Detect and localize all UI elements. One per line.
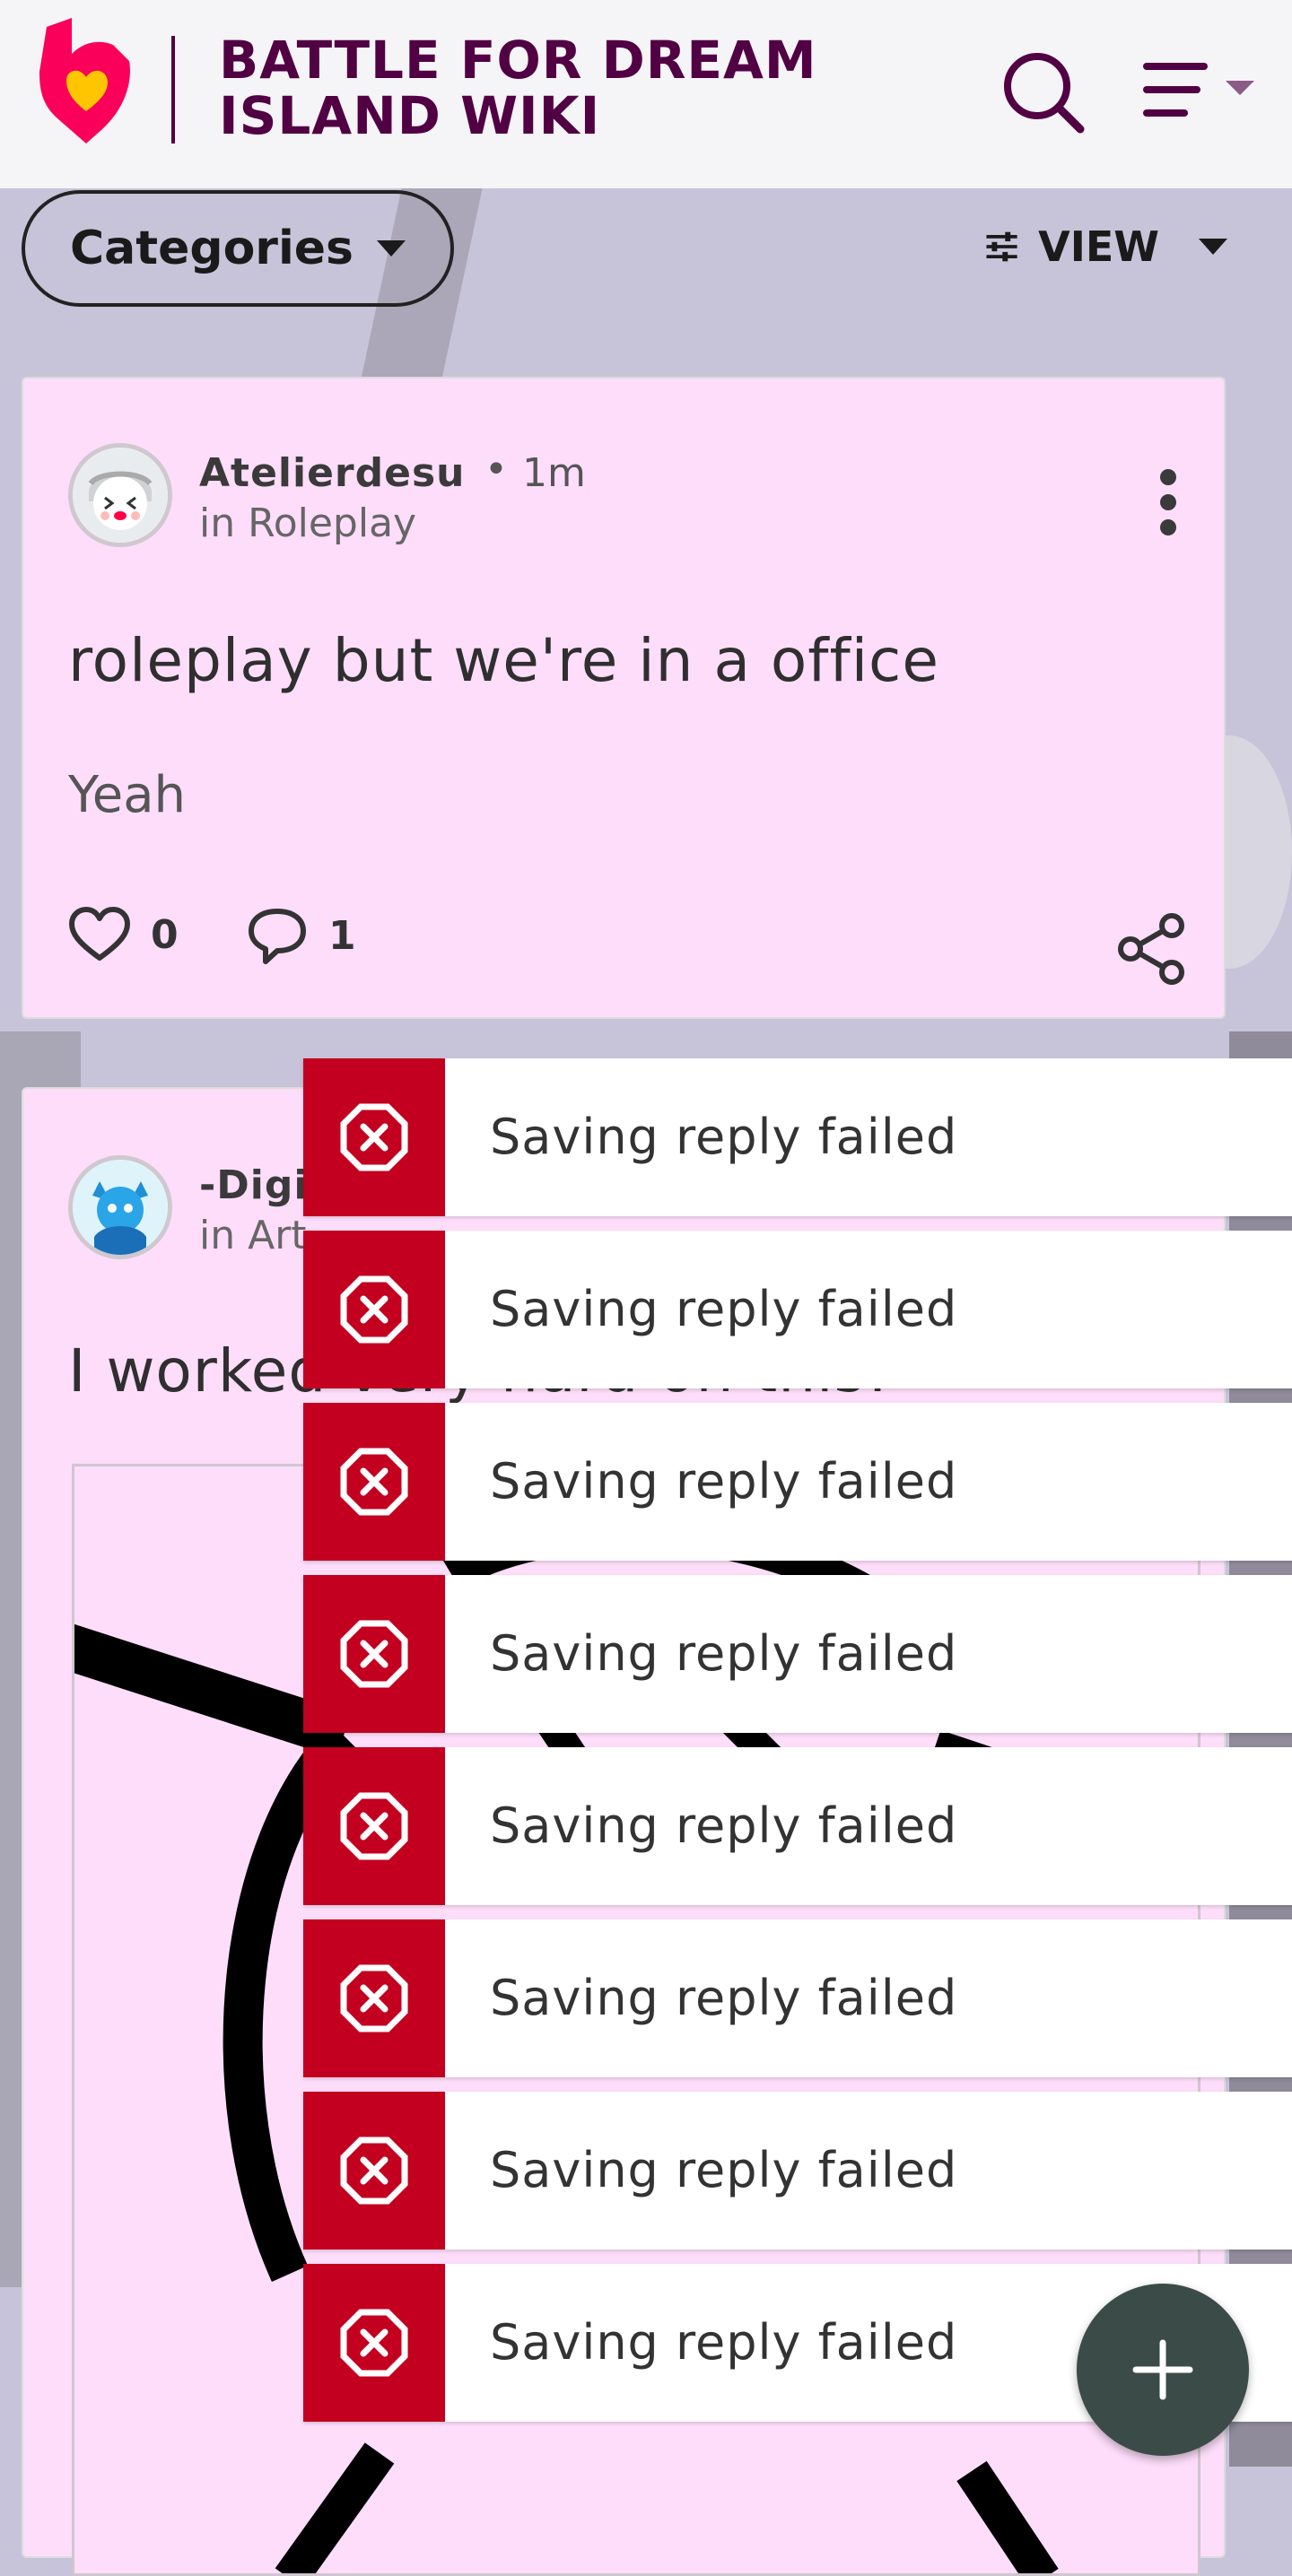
post-body: Yeah	[68, 766, 187, 824]
reply-count: 1	[328, 912, 356, 959]
post-card[interactable]: Atelierdesu • 1m in Roleplay roleplay bu…	[22, 377, 1226, 1019]
logo-divider	[171, 36, 175, 144]
like-button[interactable]: 0	[68, 906, 179, 963]
error-toast[interactable]: Saving reply failed	[303, 1058, 1292, 1216]
error-toast[interactable]: Saving reply failed	[303, 1747, 1292, 1905]
like-count: 0	[151, 911, 179, 958]
wiki-title-line2: ISLAND WIKI	[219, 85, 601, 146]
share-icon[interactable]	[1114, 911, 1190, 987]
toast-message: Saving reply failed	[490, 1453, 958, 1510]
toast-message: Saving reply failed	[490, 1625, 958, 1682]
chevron-down-icon	[1199, 239, 1227, 255]
hamburger-menu-icon[interactable]	[1139, 54, 1265, 135]
plus-icon	[1132, 2339, 1193, 2400]
create-post-button[interactable]	[1077, 2284, 1249, 2456]
post-author[interactable]: Atelierdesu	[199, 450, 465, 496]
error-toast[interactable]: Saving reply failed	[303, 1231, 1292, 1388]
wiki-title[interactable]: BATTLE FOR DREAM ISLAND WIKI	[219, 32, 847, 144]
error-toast[interactable]: Saving reply failed	[303, 1575, 1292, 1733]
fandom-heart-logo-icon[interactable]	[39, 18, 133, 144]
categories-label: Categories	[69, 222, 354, 275]
post-category[interactable]: in Art	[199, 1213, 307, 1258]
error-icon	[303, 2264, 445, 2422]
reply-button[interactable]: 1	[246, 906, 356, 965]
view-dropdown-button[interactable]: VIEW	[985, 215, 1227, 278]
error-icon	[303, 1919, 445, 2077]
post-author[interactable]: -Digi	[199, 1162, 308, 1208]
toast-message: Saving reply failed	[490, 1109, 958, 1165]
error-icon	[303, 2092, 445, 2250]
toast-message: Saving reply failed	[490, 1970, 958, 2026]
comment-icon	[249, 909, 306, 964]
toast-message: Saving reply failed	[490, 1797, 958, 1854]
toast-message: Saving reply failed	[490, 2142, 958, 2198]
wiki-title-line1: BATTLE FOR DREAM	[219, 30, 817, 91]
error-toast[interactable]: Saving reply failed	[303, 2092, 1292, 2250]
avatar[interactable]	[68, 1155, 172, 1259]
post-title[interactable]: roleplay but we're in a office	[68, 626, 939, 695]
error-icon	[303, 1231, 445, 1388]
site-header: BATTLE FOR DREAM ISLAND WIKI	[0, 0, 1292, 188]
error-toast[interactable]: Saving reply failed	[303, 1403, 1292, 1561]
post-category[interactable]: in Roleplay	[199, 500, 416, 546]
categories-dropdown-button[interactable]: Categories	[22, 190, 454, 307]
error-icon	[303, 1403, 445, 1561]
heart-icon	[69, 907, 130, 961]
avatar[interactable]	[68, 443, 172, 547]
view-label: VIEW	[1038, 222, 1159, 271]
error-icon	[303, 1575, 445, 1733]
separator-dot: •	[484, 447, 508, 492]
error-icon	[303, 1058, 445, 1216]
toast-message: Saving reply failed	[490, 1281, 958, 1337]
chevron-down-icon	[377, 240, 406, 257]
toast-message: Saving reply failed	[490, 2314, 958, 2371]
sliders-icon	[986, 231, 1017, 262]
error-icon	[303, 1747, 445, 1905]
more-options-icon[interactable]	[1150, 465, 1186, 545]
post-time: 1m	[522, 450, 586, 496]
error-toast[interactable]: Saving reply failed	[303, 1919, 1292, 2077]
search-icon[interactable]	[998, 47, 1087, 136]
